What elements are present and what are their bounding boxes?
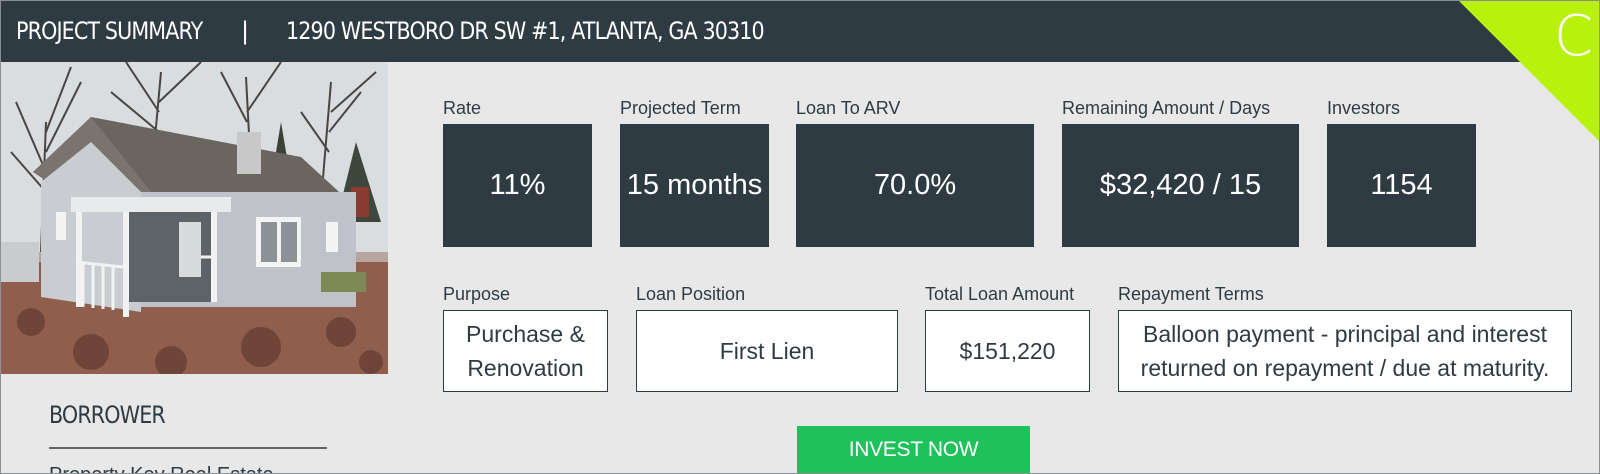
loan-position-value-text: First Lien xyxy=(719,338,815,364)
investors-value: 1154 xyxy=(1327,124,1476,247)
repayment-terms-line: returned on repayment / due at maturity. xyxy=(1140,355,1550,381)
borrower-heading: BORROWER xyxy=(49,401,166,429)
loan-to-arv-label: Loan To ARV xyxy=(796,98,901,118)
remaining-label: Remaining Amount / Days xyxy=(1062,98,1271,118)
purpose-value: Purchase & Renovation xyxy=(443,310,608,392)
project-summary-card: PROJECT SUMMARY | 1290 WESTBORO DR SW #1… xyxy=(0,0,1600,474)
investors-label: Investors xyxy=(1327,98,1401,118)
total-loan-amount-value-text: $151,220 xyxy=(959,338,1056,364)
title-separator: | xyxy=(241,17,250,45)
grade-letter: C xyxy=(1553,4,1593,69)
purpose-label: Purpose xyxy=(443,284,511,304)
term-value: 15 months xyxy=(620,124,769,247)
loan-to-arv-value: 70.0% xyxy=(796,124,1034,247)
loan-position-label: Loan Position xyxy=(636,284,746,304)
repayment-terms-label: Repayment Terms xyxy=(1118,284,1264,304)
term-label: Projected Term xyxy=(620,98,741,118)
total-loan-amount-value: $151,220 xyxy=(925,310,1090,392)
invest-now-button[interactable]: INVEST NOW xyxy=(797,426,1030,473)
grade-badge: C xyxy=(1459,1,1599,141)
repayment-terms-line: Balloon payment - principal and interest xyxy=(1142,321,1547,347)
remaining-value: $32,420 / 15 xyxy=(1062,124,1299,247)
borrower-divider xyxy=(49,447,327,449)
purpose-value-line: Purchase & xyxy=(466,321,585,347)
page-title: PROJECT SUMMARY xyxy=(16,17,203,45)
header-bar: PROJECT SUMMARY | 1290 WESTBORO DR SW #1… xyxy=(1,1,1599,62)
property-address: 1290 WESTBORO DR SW #1, ATLANTA, GA 3031… xyxy=(286,17,765,45)
property-photo xyxy=(1,62,388,374)
rate-label: Rate xyxy=(443,98,482,118)
repayment-terms-value: Balloon payment - principal and interest… xyxy=(1118,310,1572,392)
total-loan-amount-label: Total Loan Amount xyxy=(925,284,1075,304)
purpose-value-line: Renovation xyxy=(467,355,584,381)
house-photo-icon xyxy=(1,62,388,374)
loan-position-value: First Lien xyxy=(636,310,898,392)
rate-value: 11% xyxy=(443,124,592,247)
borrower-name: Property Key Real Estate xyxy=(49,464,274,473)
